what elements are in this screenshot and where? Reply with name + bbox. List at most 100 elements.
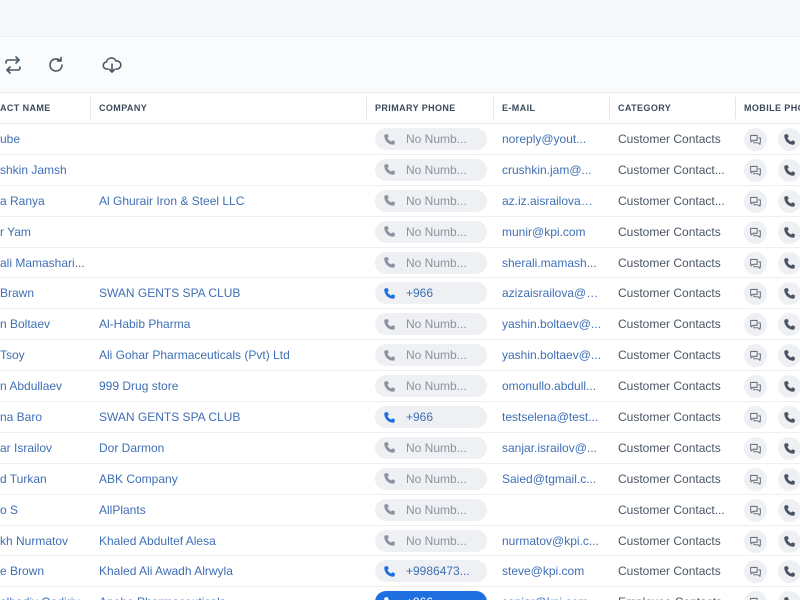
company-link[interactable] — [99, 155, 361, 185]
email-link[interactable]: yashin.boltaev@... — [502, 340, 602, 370]
message-button[interactable] — [744, 498, 767, 522]
company-link[interactable]: 999 Drug store — [99, 371, 361, 401]
primary-phone-button[interactable]: +966 — [375, 406, 487, 429]
contact-name-link[interactable]: r Yam — [0, 217, 88, 247]
column-header-category[interactable]: CATEGORY — [618, 93, 728, 124]
mobile-call-button[interactable] — [778, 128, 800, 151]
contact-name-link[interactable]: kh Nurmatov — [0, 526, 88, 556]
primary-phone-button[interactable]: No Numb... — [375, 344, 487, 367]
primary-phone-button[interactable]: No Numb... — [375, 436, 487, 459]
email-link[interactable]: omonullo.abdull... — [502, 371, 602, 401]
message-button[interactable] — [744, 220, 767, 244]
column-divider[interactable] — [90, 97, 91, 119]
refresh-button[interactable] — [43, 52, 69, 78]
table-row[interactable]: r Yam No Numb... munir@kpi.com Customer … — [0, 217, 800, 248]
primary-phone-button[interactable]: +966 — [375, 282, 487, 305]
email-link[interactable]: sanjar@kpi.com — [502, 587, 602, 600]
company-link[interactable] — [99, 124, 361, 154]
column-header-mobile-phone[interactable]: MOBILE PHO — [744, 93, 800, 124]
primary-phone-button[interactable]: No Numb... — [375, 158, 487, 181]
table-row[interactable]: d Turkan ABK Company No Numb... Saied@tg… — [0, 464, 800, 495]
table-row[interactable]: n Boltaev Al-Habib Pharma No Numb... yas… — [0, 309, 800, 341]
table-row[interactable]: n Abdullaev 999 Drug store No Numb... om… — [0, 371, 800, 403]
company-link[interactable]: SWAN GENTS SPA CLUB — [99, 402, 361, 432]
message-button[interactable] — [744, 189, 767, 213]
mobile-call-button[interactable] — [778, 406, 800, 430]
email-link[interactable]: azizaisrailova@g... — [502, 278, 602, 308]
message-button[interactable] — [744, 282, 767, 306]
email-link[interactable]: nurmatov@kpi.c... — [502, 526, 602, 556]
column-header-name[interactable]: ACT NAME — [0, 93, 88, 124]
email-link[interactable]: sherali.mamash... — [502, 248, 602, 278]
contact-name-link[interactable]: n Boltaev — [0, 309, 88, 339]
column-divider[interactable] — [609, 97, 610, 119]
primary-phone-button[interactable]: No Numb... — [375, 128, 487, 150]
column-divider[interactable] — [366, 97, 367, 119]
mobile-call-button[interactable] — [778, 251, 800, 275]
email-link[interactable]: az.iz.aisrailova@... — [502, 186, 602, 216]
message-button[interactable] — [744, 313, 767, 337]
table-row[interactable]: e Brown Khaled Ali Awadh Alrwyla +998647… — [0, 556, 800, 588]
contact-name-link[interactable]: albadiy Qodiriy — [0, 587, 88, 600]
primary-phone-button[interactable]: No Numb... — [375, 220, 487, 243]
mobile-call-button[interactable] — [778, 189, 800, 213]
table-row[interactable]: ar Israilov Dor Darmon No Numb... sanjar… — [0, 433, 800, 464]
table-row[interactable]: na Baro SWAN GENTS SPA CLUB +966 testsel… — [0, 402, 800, 433]
primary-phone-button[interactable]: No Numb... — [375, 313, 487, 336]
contact-name-link[interactable]: ali Mamashari... — [0, 248, 88, 278]
company-link[interactable] — [99, 248, 361, 278]
contact-name-link[interactable]: shkin Jamsh — [0, 155, 88, 185]
contact-name-link[interactable]: ube — [0, 124, 88, 154]
contact-name-link[interactable]: na Baro — [0, 402, 88, 432]
message-button[interactable] — [744, 375, 767, 399]
contact-name-link[interactable]: n Abdullaev — [0, 371, 88, 401]
company-link[interactable]: Khaled Ali Awadh Alrwyla — [99, 556, 361, 586]
message-button[interactable] — [744, 251, 767, 275]
email-link[interactable]: munir@kpi.com — [502, 217, 602, 247]
email-link[interactable]: Saied@tgmail.c... — [502, 464, 602, 494]
table-row[interactable]: Brawn SWAN GENTS SPA CLUB +966 azizaisra… — [0, 278, 800, 310]
table-row[interactable]: ube No Numb... noreply@yout... Customer … — [0, 124, 800, 155]
email-link[interactable] — [502, 495, 602, 525]
table-row[interactable]: ali Mamashari... No Numb... sherali.mama… — [0, 248, 800, 279]
message-button[interactable] — [744, 128, 767, 151]
swap-button[interactable] — [0, 52, 26, 78]
email-link[interactable]: sanjar.israilov@... — [502, 433, 602, 463]
company-link[interactable] — [99, 217, 361, 247]
contact-name-link[interactable]: ar Israilov — [0, 433, 88, 463]
primary-phone-button[interactable]: No Numb... — [375, 251, 487, 274]
email-link[interactable]: steve@kpi.com — [502, 556, 602, 586]
column-header-primary-phone[interactable]: PRIMARY PHONE — [375, 93, 487, 124]
company-link[interactable]: Al Ghurair Iron & Steel LLC — [99, 186, 361, 216]
table-row[interactable]: kh Nurmatov Khaled Abdultef Alesa No Num… — [0, 526, 800, 557]
primary-phone-button[interactable]: No Numb... — [375, 189, 487, 212]
email-link[interactable]: testselena@test... — [502, 402, 602, 432]
table-row[interactable]: Tsoy Ali Gohar Pharmaceuticals (Pvt) Ltd… — [0, 340, 800, 372]
company-link[interactable]: ABK Company — [99, 464, 361, 494]
mobile-call-button[interactable] — [778, 467, 800, 491]
mobile-call-button[interactable] — [778, 560, 800, 584]
mobile-call-button[interactable] — [778, 313, 800, 337]
contact-name-link[interactable]: d Turkan — [0, 464, 88, 494]
mobile-call-button[interactable] — [778, 282, 800, 306]
company-link[interactable]: SWAN GENTS SPA CLUB — [99, 278, 361, 308]
message-button[interactable] — [744, 406, 767, 430]
table-row[interactable]: shkin Jamsh No Numb... crushkin.jam@... … — [0, 155, 800, 186]
primary-phone-button[interactable]: +9986473... — [375, 560, 487, 583]
mobile-call-button[interactable] — [778, 344, 800, 368]
contact-name-link[interactable]: e Brown — [0, 556, 88, 586]
column-header-email[interactable]: E-MAIL — [502, 93, 602, 124]
mobile-call-button[interactable] — [778, 158, 800, 182]
primary-phone-button[interactable]: No Numb... — [375, 467, 487, 490]
column-divider[interactable] — [735, 97, 736, 119]
company-link[interactable]: Apoho Pharmaceuticals — [99, 587, 361, 600]
table-row[interactable]: o S AllPlants No Numb... Customer Contac… — [0, 495, 800, 526]
column-header-company[interactable]: COMPANY — [99, 93, 359, 124]
contact-name-link[interactable]: Brawn — [0, 278, 88, 308]
mobile-call-button[interactable] — [778, 529, 800, 553]
mobile-call-button[interactable] — [778, 591, 800, 600]
contact-name-link[interactable]: Tsoy — [0, 340, 88, 370]
message-button[interactable] — [744, 529, 767, 553]
message-button[interactable] — [744, 344, 767, 368]
contact-name-link[interactable]: o S — [0, 495, 88, 525]
